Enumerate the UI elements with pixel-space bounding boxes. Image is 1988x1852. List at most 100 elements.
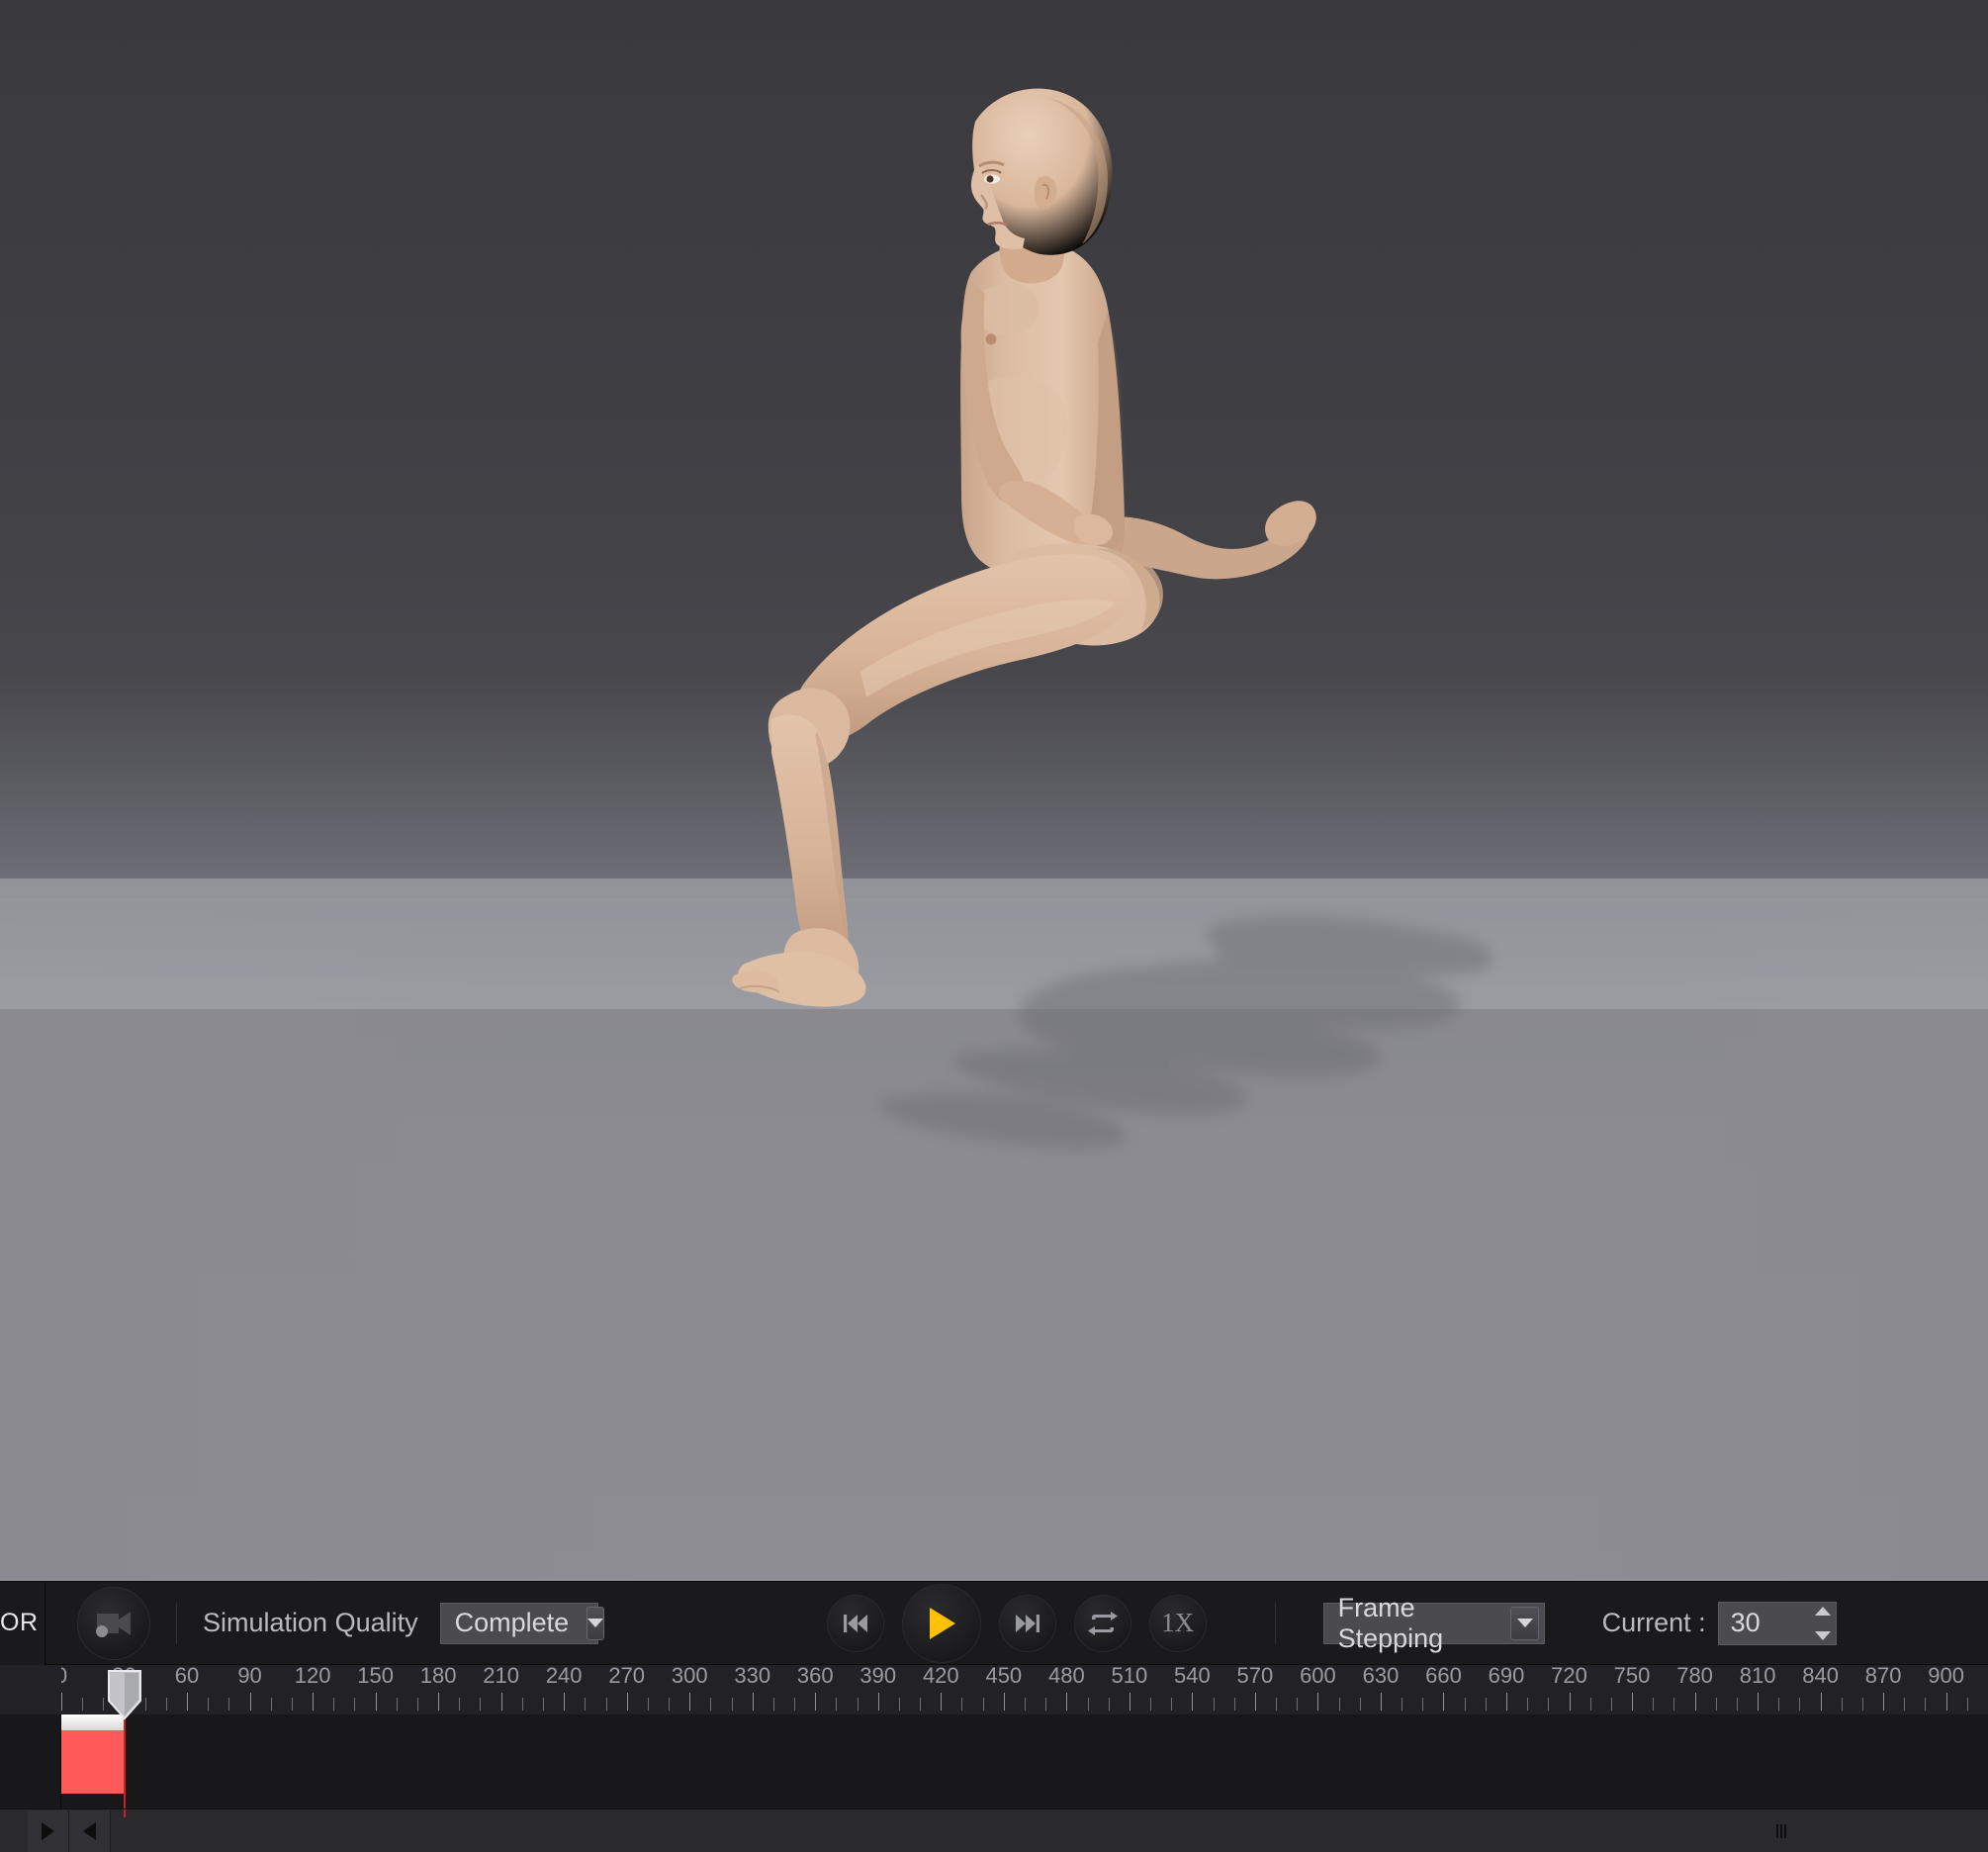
ruler-tick-minor	[669, 1698, 671, 1711]
simulation-quality-label: Simulation Quality	[203, 1608, 418, 1637]
skip-forward-button[interactable]	[998, 1594, 1056, 1652]
ruler-tick-minor	[1673, 1698, 1675, 1711]
ruler-label: 240	[545, 1665, 583, 1688]
ruler-tick-minor	[1025, 1698, 1026, 1711]
ruler-tick-minor	[396, 1698, 398, 1711]
ruler-tick-major	[313, 1693, 315, 1711]
playback-controls: 1X	[818, 1583, 1216, 1663]
frame-stepping-value: Frame Stepping	[1337, 1592, 1444, 1653]
ruler-tick-minor	[1861, 1698, 1863, 1711]
current-frame-label: Current :	[1601, 1608, 1706, 1637]
skip-back-icon	[843, 1614, 867, 1632]
simulation-quality-value: Complete	[454, 1608, 570, 1637]
ruler-tick-major	[1945, 1693, 1947, 1711]
ruler-tick-minor	[103, 1698, 105, 1711]
playhead-scrubber[interactable]	[106, 1669, 143, 1720]
playhead-strip-marker	[123, 1809, 126, 1817]
simulation-quality-dropdown[interactable]: Complete	[439, 1602, 605, 1644]
ruler-tick-minor	[898, 1698, 900, 1711]
loop-button[interactable]	[1073, 1594, 1131, 1652]
ruler-tick-minor	[1778, 1698, 1780, 1711]
ruler-tick-minor	[1841, 1698, 1843, 1711]
frame-stepping-dropdown[interactable]: Frame Stepping	[1322, 1593, 1545, 1653]
timeline-status-strip	[0, 1808, 1988, 1852]
ruler-tick-minor	[605, 1698, 607, 1711]
ruler-label: 0	[61, 1665, 67, 1689]
ruler-label: 450	[985, 1665, 1023, 1688]
ruler-tick-minor	[1589, 1698, 1591, 1711]
loop-icon	[1087, 1611, 1118, 1635]
ruler-label: 900	[1928, 1665, 1964, 1688]
ruler-tick-minor	[1485, 1698, 1487, 1711]
ruler-tick-major	[375, 1693, 377, 1711]
stepper-up-icon[interactable]	[1814, 1606, 1831, 1616]
ruler-tick-minor	[1338, 1698, 1340, 1711]
ruler-tick-minor	[1297, 1698, 1299, 1711]
ruler-tick-major	[941, 1693, 943, 1711]
ruler-label: 870	[1864, 1665, 1902, 1688]
ruler-tick-minor	[1150, 1698, 1152, 1711]
ruler-tick-minor	[1904, 1698, 1906, 1711]
timeline-ruler[interactable]: 0306090120150180210240270300330360390420…	[0, 1665, 1988, 1714]
ruler-tick-minor	[354, 1698, 356, 1711]
triangle-left-icon	[83, 1821, 96, 1840]
ruler-label: 210	[483, 1665, 519, 1688]
ruler-tick-minor	[710, 1698, 712, 1711]
ruler-tick-major	[1443, 1693, 1445, 1711]
keyframe-range-block[interactable]	[61, 1730, 125, 1794]
step-back-button[interactable]	[69, 1809, 111, 1852]
ruler-tick-major	[1003, 1693, 1005, 1711]
ruler-tick-minor	[772, 1698, 774, 1711]
ruler-tick-major	[61, 1693, 62, 1711]
stepper-down-icon[interactable]	[1814, 1630, 1831, 1640]
ruler-tick-minor	[1213, 1698, 1215, 1711]
ruler-tick-minor	[647, 1698, 649, 1711]
ruler-tick-major	[815, 1693, 817, 1711]
ruler-label: 720	[1551, 1665, 1587, 1688]
ruler-tick-major	[1883, 1693, 1885, 1711]
current-frame-field[interactable]: 30	[1717, 1601, 1837, 1645]
ruler-tick-minor	[82, 1698, 84, 1711]
ruler-tick-major	[1758, 1693, 1760, 1711]
panel-tab-label[interactable]: OR	[0, 1581, 45, 1665]
ruler-tick-major	[438, 1693, 440, 1711]
ruler-tick-minor	[1653, 1698, 1655, 1711]
ruler-tick-minor	[1422, 1698, 1424, 1711]
ruler-tick-major	[187, 1693, 189, 1711]
ruler-label: 150	[357, 1665, 394, 1688]
toolbar-divider-2	[1274, 1602, 1276, 1644]
human-figure-model	[732, 88, 1316, 1007]
ruler-tick-major	[500, 1693, 502, 1711]
ruler-tick-minor	[521, 1698, 523, 1711]
ruler-tick-minor	[794, 1698, 796, 1711]
ruler-tick-minor	[1736, 1698, 1738, 1711]
play-button[interactable]	[901, 1583, 981, 1663]
ruler-tick-minor	[459, 1698, 461, 1711]
camera-button[interactable]	[77, 1586, 150, 1660]
chevron-down-icon[interactable]	[1510, 1606, 1539, 1640]
ruler-label: 390	[859, 1665, 897, 1688]
resize-grip-icon[interactable]	[1776, 1823, 1790, 1839]
ruler-label: 540	[1174, 1665, 1211, 1688]
play-icon	[929, 1607, 955, 1639]
step-forward-button[interactable]	[28, 1809, 69, 1852]
current-frame-stepper[interactable]	[1812, 1604, 1834, 1643]
ruler-label: 420	[922, 1665, 959, 1688]
ruler-tick-minor	[1233, 1698, 1235, 1711]
3d-viewport[interactable]	[0, 0, 1988, 1581]
ruler-ticks: 0306090120150180210240270300330360390420…	[61, 1665, 1988, 1714]
playback-speed-button[interactable]: 1X	[1148, 1594, 1207, 1652]
ruler-label: 90	[237, 1665, 262, 1688]
ruler-left-pad	[0, 1665, 61, 1714]
playhead-line	[123, 1714, 126, 1809]
skip-back-button[interactable]	[826, 1594, 884, 1652]
ruler-tick-minor	[1715, 1698, 1717, 1711]
ruler-tick-major	[1694, 1693, 1696, 1711]
ruler-label: 840	[1802, 1665, 1839, 1688]
toolbar-divider-1	[176, 1602, 177, 1644]
timeline-track-area[interactable]	[0, 1670, 1988, 1809]
ruler-tick-minor	[982, 1698, 984, 1711]
ruler-label: 180	[419, 1665, 457, 1688]
ruler-tick-major	[564, 1693, 566, 1711]
chevron-down-icon[interactable]	[587, 1606, 605, 1640]
